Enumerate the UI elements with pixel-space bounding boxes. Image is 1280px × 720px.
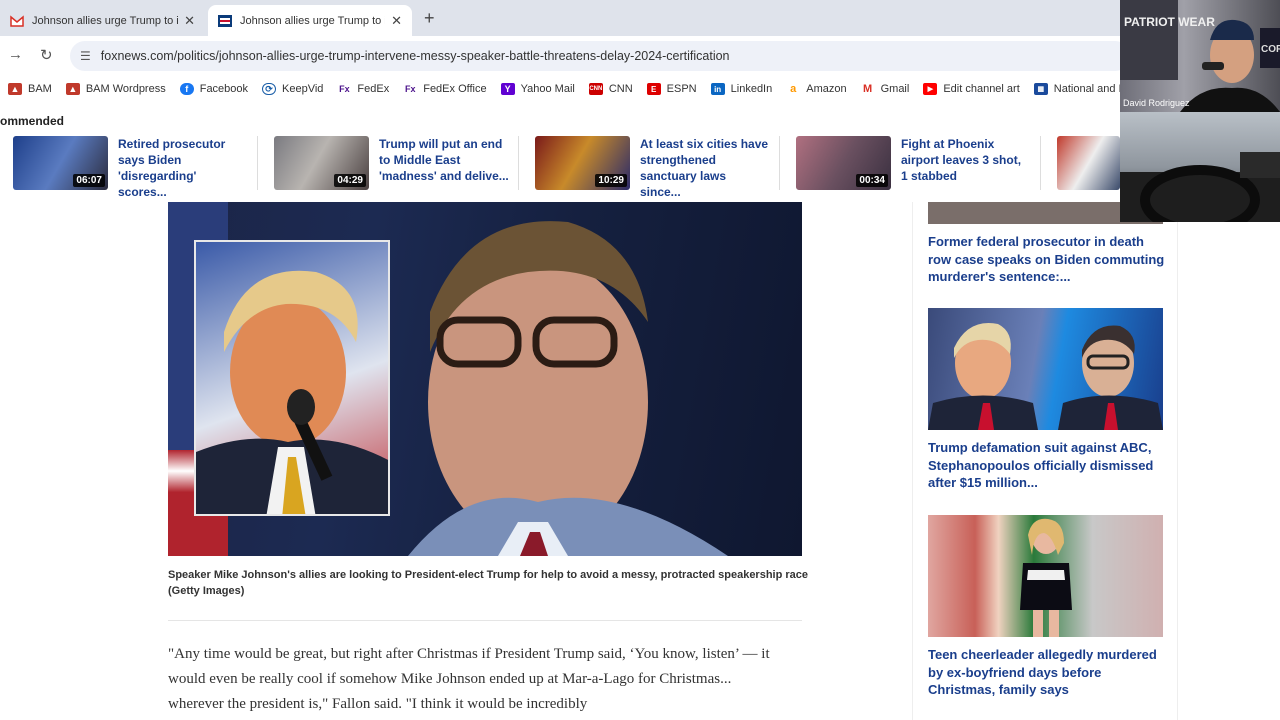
- tab-bar: Johnson allies urge Trump to in ✕ Johnso…: [0, 0, 1280, 36]
- bookmark-fedex-office[interactable]: Fx FedEx Office: [403, 83, 487, 95]
- cnn-icon: CNN: [588, 83, 603, 95]
- recommended-title[interactable]: Trump will put an end to Middle East 'ma…: [379, 136, 509, 190]
- recommended-item[interactable]: 10:29 At least six cities have strengthe…: [535, 136, 780, 200]
- sidebar-story-title[interactable]: Teen cheerleader allegedly murdered by e…: [928, 646, 1168, 699]
- presenter-name: David Rodriguez: [1123, 98, 1190, 108]
- recommended-label: ommended: [0, 114, 65, 128]
- sidebar-story-image[interactable]: [928, 308, 1163, 430]
- close-tab-icon[interactable]: ✕: [391, 13, 402, 29]
- video-thumbnail[interactable]: [1057, 136, 1120, 190]
- side-sign-text: CORI: [1261, 44, 1280, 55]
- sign-text: PATRIOT WEAR: [1124, 15, 1215, 29]
- bookmark-keepvid[interactable]: ⟳ KeepVid: [262, 83, 323, 95]
- bam-icon: ▲: [65, 83, 80, 95]
- reload-icon[interactable]: ↻: [40, 46, 53, 64]
- forward-icon[interactable]: →: [8, 46, 23, 63]
- divider: [257, 136, 258, 190]
- sidebar-story-title[interactable]: Former federal prosecutor in death row c…: [928, 233, 1168, 286]
- webcam-car-view: [1120, 112, 1280, 222]
- article-hero-image: [168, 202, 802, 556]
- espn-icon: E: [646, 83, 661, 95]
- presenter-photo: PATRIOT WEAR CORI: [1120, 0, 1280, 112]
- video-duration: 04:29: [334, 174, 366, 187]
- bookmarks-bar: ▲ BAM ▲ BAM Wordpress f Facebook ⟳ KeepVid F…: [0, 76, 1280, 102]
- yahoo-icon: Y: [500, 83, 515, 95]
- bookmark-amazon[interactable]: a Amazon: [786, 83, 847, 95]
- webcam-overlay: PATRIOT WEAR CORI David Rodriguez: [1120, 0, 1280, 222]
- divider: [518, 136, 519, 190]
- recommended-title[interactable]: Retired prosecutor says Biden 'disregard…: [118, 136, 248, 200]
- youtube-icon: ▶: [923, 83, 938, 95]
- news-icon: ▦: [1033, 83, 1048, 95]
- video-thumbnail[interactable]: 06:07: [13, 136, 108, 190]
- divider: [1040, 136, 1041, 190]
- bookmark-edit-channel-art[interactable]: ▶ Edit channel art: [923, 83, 1020, 95]
- recommended-item[interactable]: 06:07 Retired prosecutor says Biden 'dis…: [13, 136, 258, 200]
- car-interior-photo: [1120, 152, 1280, 222]
- fedex-icon: Fx: [337, 83, 352, 95]
- new-tab-icon[interactable]: +: [424, 8, 435, 29]
- video-thumbnail[interactable]: 04:29: [274, 136, 369, 190]
- gmail-icon: [10, 14, 24, 27]
- trump-inset-photo: [194, 240, 390, 516]
- amazon-icon: a: [786, 83, 801, 95]
- bookmark-fedex[interactable]: Fx FedEx: [337, 83, 389, 95]
- linkedin-icon: in: [710, 83, 725, 95]
- recommended-item[interactable]: 00:34 Fight at Phoenix airport leaves 3 …: [796, 136, 1041, 190]
- close-tab-icon[interactable]: ✕: [184, 13, 195, 29]
- address-bar-row: → ↻ ☰ foxnews.com/politics/johnson-allie…: [0, 36, 1280, 76]
- fedex-icon: Fx: [403, 83, 418, 95]
- sidebar: Former federal prosecutor in death row c…: [912, 202, 1178, 720]
- recommended-title[interactable]: Fight at Phoenix airport leaves 3 shot, …: [901, 136, 1031, 190]
- video-thumbnail[interactable]: 00:34: [796, 136, 891, 190]
- video-thumbnail[interactable]: 10:29: [535, 136, 630, 190]
- recommended-strip: ommended 06:07 Retired prosecutor says B…: [0, 102, 1280, 202]
- sidebar-story-title[interactable]: Trump defamation suit against ABC, Steph…: [928, 439, 1168, 492]
- video-duration: 10:29: [595, 174, 627, 187]
- video-duration: 06:07: [73, 174, 105, 187]
- tab-foxnews[interactable]: Johnson allies urge Trump to in ✕: [208, 5, 412, 36]
- bookmark-bam-wordpress[interactable]: ▲ BAM Wordpress: [65, 83, 166, 95]
- recommended-title[interactable]: At least six cities have strengthened sa…: [640, 136, 770, 200]
- video-duration: 00:34: [856, 174, 888, 187]
- keepvid-icon: ⟳: [262, 83, 277, 95]
- webcam-presenter: PATRIOT WEAR CORI David Rodriguez: [1120, 0, 1280, 112]
- divider: [779, 136, 780, 190]
- url-field[interactable]: ☰ foxnews.com/politics/johnson-allies-ur…: [70, 41, 1130, 71]
- tab-title: Johnson allies urge Trump to in: [32, 14, 179, 27]
- article-paragraph: "Any time would be great, but right afte…: [168, 646, 770, 712]
- bookmark-linkedin[interactable]: in LinkedIn: [710, 83, 772, 95]
- sidebar-story-image[interactable]: [928, 515, 1163, 637]
- image-caption: Speaker Mike Johnson's allies are lookin…: [168, 569, 809, 597]
- bookmark-yahoo-mail[interactable]: Y Yahoo Mail: [500, 83, 575, 95]
- gmail-icon: M: [860, 83, 875, 95]
- bookmark-espn[interactable]: E ESPN: [646, 83, 697, 95]
- recommended-item[interactable]: 04:29 Trump will put an end to Middle Ea…: [274, 136, 519, 190]
- bookmark-facebook[interactable]: f Facebook: [179, 83, 248, 95]
- site-info-icon[interactable]: ☰: [80, 49, 91, 63]
- foxnews-icon: [218, 14, 232, 27]
- cheerleader-photo: [1020, 518, 1072, 637]
- trump-portrait: [196, 270, 388, 514]
- divider: [168, 620, 802, 621]
- url-text: foxnews.com/politics/johnson-allies-urge…: [100, 49, 730, 63]
- tab-title: Johnson allies urge Trump to in: [240, 14, 386, 27]
- recommended-item[interactable]: [1057, 136, 1120, 190]
- tab-gmail[interactable]: Johnson allies urge Trump to in ✕: [0, 5, 205, 36]
- facebook-icon: f: [179, 83, 194, 95]
- bookmark-bam[interactable]: ▲ BAM: [8, 83, 52, 95]
- bam-icon: ▲: [8, 83, 22, 95]
- bookmark-gmail[interactable]: M Gmail: [860, 83, 909, 95]
- bookmark-cnn[interactable]: CNN CNN: [588, 83, 633, 95]
- trump-stephanopoulos-photo: [928, 323, 1163, 430]
